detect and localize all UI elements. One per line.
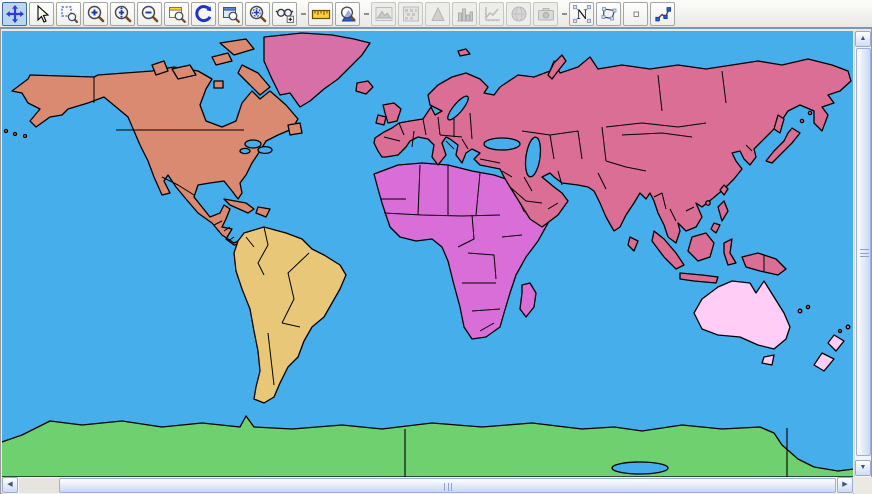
ruler-icon — [311, 4, 331, 24]
vertical-scrollbar-thumb[interactable] — [856, 48, 871, 456]
pan-button[interactable] — [2, 2, 27, 26]
zoom-out-button[interactable] — [137, 2, 162, 26]
toolbar-separator — [362, 2, 371, 26]
gis-application-window: N — [0, 0, 872, 494]
zoom-to-coordinates-button[interactable] — [245, 2, 270, 26]
horizontal-scrollbar-thumb[interactable] — [59, 478, 836, 493]
snapshot-button — [533, 2, 558, 26]
raster-mountain-icon — [428, 4, 448, 24]
raster-texture-button — [398, 2, 423, 26]
histogram-button — [452, 2, 477, 26]
polyline-vertices-icon — [653, 4, 673, 24]
left-arrow-icon: ◀ — [7, 481, 12, 488]
up-arrow-icon: ▲ — [860, 35, 867, 42]
map-canvas[interactable] — [2, 31, 853, 477]
globe-icon — [509, 4, 529, 24]
toolbar-separator — [299, 2, 308, 26]
zoom-in-icon — [86, 4, 106, 24]
zoom-in-button[interactable] — [83, 2, 108, 26]
zoom-box-button[interactable] — [56, 2, 81, 26]
raster-grid-icon — [401, 4, 421, 24]
zoom-to-selection-button[interactable] — [218, 2, 243, 26]
vertex-size-button[interactable] — [623, 2, 648, 26]
identify-button[interactable] — [272, 2, 297, 26]
scrollbar-corner — [854, 477, 872, 494]
camera-icon — [536, 4, 556, 24]
zoom-full-extent-button[interactable] — [164, 2, 189, 26]
cursor-icon — [32, 4, 52, 24]
refresh-icon — [194, 4, 214, 24]
vertical-scrollbar[interactable]: ▲ ▼ — [854, 31, 871, 477]
label-text-button[interactable]: N — [569, 2, 594, 26]
raster-image-icon — [374, 4, 394, 24]
zoom-triangle-icon — [338, 4, 358, 24]
scrollbar-grip — [444, 483, 452, 491]
histogram-icon — [455, 4, 475, 24]
horizontal-scrollbar[interactable]: ◀ ▶ — [2, 477, 853, 494]
letter-n-handles-icon: N — [572, 4, 592, 24]
scroll-down-button[interactable]: ▼ — [855, 460, 871, 476]
find-button[interactable] — [335, 2, 360, 26]
toolbar: N — [0, 0, 872, 29]
small-square-icon — [626, 4, 646, 24]
scroll-right-button[interactable]: ▶ — [837, 477, 853, 493]
select-cursor-button[interactable] — [29, 2, 54, 26]
edit-polyline-button[interactable] — [650, 2, 675, 26]
zoom-layer-icon — [221, 4, 241, 24]
pan-icon — [5, 4, 25, 24]
scrollbar-track[interactable] — [19, 478, 59, 493]
world-map — [2, 31, 853, 477]
zoom-out-icon — [140, 4, 160, 24]
zoom-box-icon — [59, 4, 79, 24]
zoom-in-fixed-button[interactable] — [110, 2, 135, 26]
profile-chart-button — [479, 2, 504, 26]
zoom-in-fixed-icon — [113, 4, 133, 24]
eyeglasses-add-icon — [275, 4, 295, 24]
svg-text:N: N — [576, 7, 587, 22]
zoom-window-icon — [167, 4, 187, 24]
measure-button[interactable] — [308, 2, 333, 26]
toolbar-separator — [560, 2, 569, 26]
scrollbar-grip — [860, 249, 869, 257]
edit-polygon-button[interactable] — [596, 2, 621, 26]
globe-view-button — [506, 2, 531, 26]
line-chart-icon — [482, 4, 502, 24]
raster-hillshade-button — [425, 2, 450, 26]
zoom-coordinates-icon — [248, 4, 268, 24]
redraw-button[interactable] — [191, 2, 216, 26]
antarctic-lakes — [612, 462, 668, 474]
raster-image-button — [371, 2, 396, 26]
scroll-up-button[interactable]: ▲ — [855, 31, 871, 47]
right-arrow-icon: ▶ — [842, 481, 847, 488]
polygon-vertices-icon — [599, 4, 619, 24]
scroll-left-button[interactable]: ◀ — [2, 477, 18, 493]
down-arrow-icon: ▼ — [860, 464, 867, 471]
